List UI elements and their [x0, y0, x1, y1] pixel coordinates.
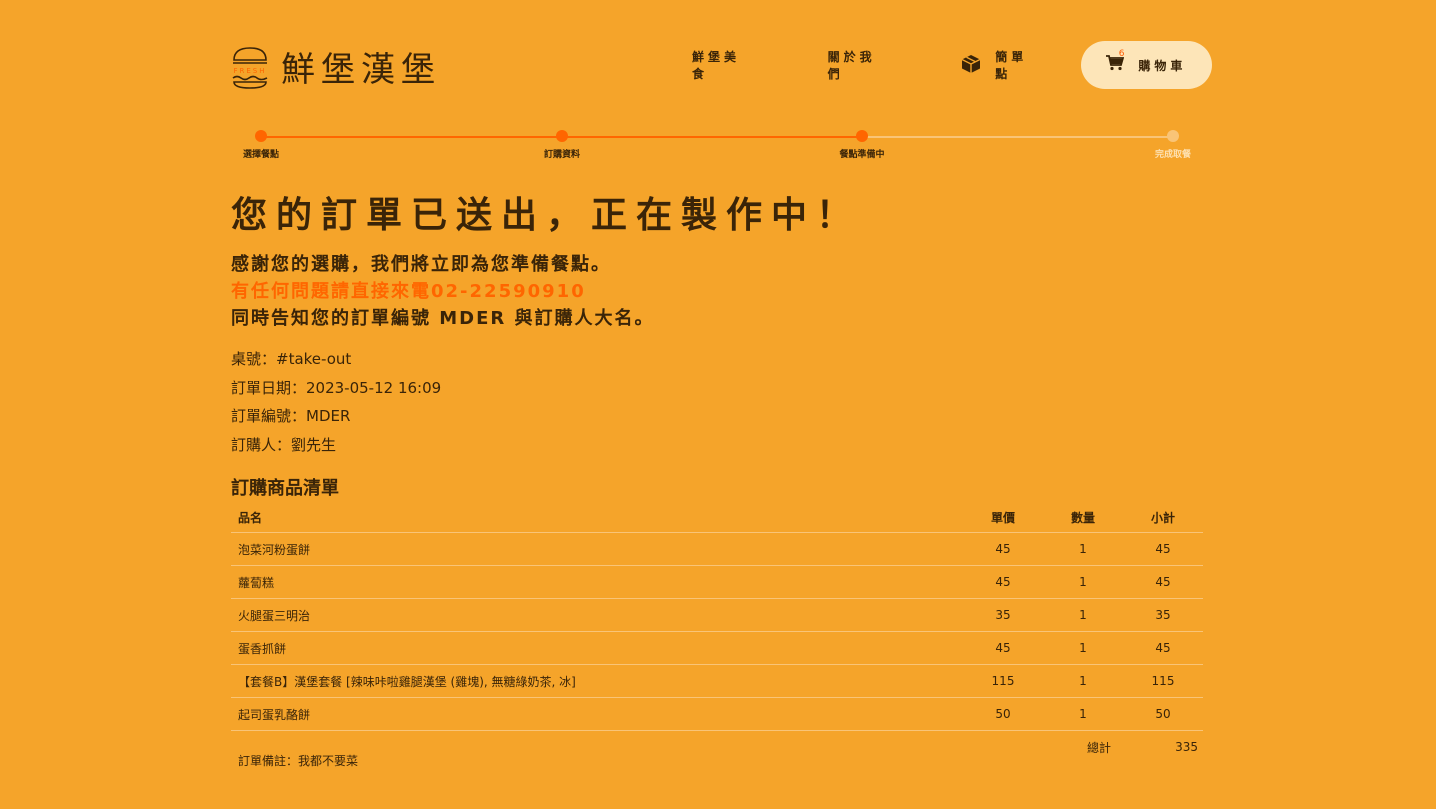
table-row: 泡菜河粉蛋餅 45 1 45 [231, 532, 1203, 566]
cart-label: 購物車 [1138, 58, 1187, 73]
item-qty: 1 [1043, 532, 1123, 566]
order-number: 訂單編號：MDER [231, 407, 351, 425]
item-qty: 1 [1043, 631, 1123, 665]
logo-tag: FRESH [233, 67, 266, 75]
total-label: 總計 [231, 730, 1123, 763]
cart-button[interactable]: 6 購物車 [1080, 41, 1212, 89]
nav-quick-order-link[interactable]: 簡單點 [961, 48, 1043, 82]
progress-step-3: 餐點準備中 [822, 128, 902, 160]
nav-about-link[interactable]: 關於我們 [828, 48, 892, 82]
item-subtotal: 115 [1123, 664, 1203, 698]
nav-food-link[interactable]: 鮮堡美食 [692, 48, 756, 82]
item-price: 115 [963, 664, 1043, 698]
nav-quick-order-label: 簡單點 [995, 50, 1028, 81]
contact-phone-message: 有任何問題請直接來電02-22590910 [231, 281, 586, 302]
progress-step-2: 訂購資料 [522, 128, 602, 160]
main-nav: 鮮堡美食 關於我們 簡單點 6 購物車 [692, 41, 1212, 89]
table-row: 火腿蛋三明治 35 1 35 [231, 598, 1203, 632]
box-icon [961, 54, 981, 77]
item-price: 50 [963, 697, 1043, 731]
table-row: 蘿蔔糕 45 1 45 [231, 565, 1203, 599]
order-date: 訂單日期：2023-05-12 16:09 [231, 379, 442, 397]
table-row: 蛋香抓餅 45 1 45 [231, 631, 1203, 665]
items-list-title: 訂購商品清單 [231, 478, 339, 499]
step-dot [1167, 130, 1179, 142]
burger-logo-icon: FRESH [231, 44, 269, 90]
order-items-table: 品名 單價 數量 小計 泡菜河粉蛋餅 45 1 45 蘿蔔糕 45 1 45 火… [231, 502, 1203, 763]
thank-you-message: 感謝您的選購，我們將立即為您準備餐點。 [231, 254, 611, 275]
item-subtotal: 35 [1123, 598, 1203, 632]
header-price: 單價 [990, 510, 1015, 525]
step-label: 餐點準備中 [839, 150, 885, 160]
page-title: 您的訂單已送出，正在製作中！ [231, 195, 862, 236]
item-price: 35 [963, 598, 1043, 632]
customer-name: 訂購人：劉先生 [231, 436, 337, 454]
total-value: 335 [1123, 730, 1203, 763]
table-number: 桌號：#take-out [231, 350, 352, 368]
progress-step-1: 選擇餐點 [221, 128, 301, 160]
item-subtotal: 50 [1123, 697, 1203, 731]
item-qty: 1 [1043, 697, 1123, 731]
brand-logo[interactable]: FRESH 鮮堡漢堡 [231, 42, 441, 91]
header-name: 品名 [238, 510, 263, 525]
item-price: 45 [963, 631, 1043, 665]
header-subtotal: 小計 [1150, 510, 1175, 525]
item-qty: 1 [1043, 664, 1123, 698]
cart-count-badge: 6 [1118, 49, 1125, 59]
table-header-row: 品名 單價 數量 小計 [231, 502, 1203, 533]
item-price: 45 [963, 565, 1043, 599]
brand-name: 鮮堡漢堡 [281, 50, 441, 90]
order-number-message: 同時告知您的訂單編號 MDER 與訂購人大名。 [231, 308, 655, 329]
order-note: 訂單備註：我都不要菜 [238, 754, 359, 768]
item-name: 【套餐B】漢堡套餐 [辣味咔啦雞腿漢堡 (雞塊), 無糖綠奶茶, 冰] [231, 664, 963, 698]
progress-track-pending [862, 136, 1173, 138]
item-qty: 1 [1043, 565, 1123, 599]
table-row: 起司蛋乳酪餅 50 1 50 [231, 697, 1203, 731]
step-dot [255, 130, 267, 142]
item-name: 起司蛋乳酪餅 [231, 697, 963, 731]
item-price: 45 [963, 532, 1043, 566]
step-label: 訂購資料 [543, 150, 580, 160]
item-qty: 1 [1043, 598, 1123, 632]
step-dot [556, 130, 568, 142]
step-label: 選擇餐點 [242, 150, 279, 160]
item-name: 蘿蔔糕 [231, 565, 963, 599]
progress-step-4: 完成取餐 [1133, 128, 1213, 160]
item-name: 蛋香抓餅 [231, 631, 963, 665]
item-subtotal: 45 [1123, 565, 1203, 599]
header-qty: 數量 [1070, 510, 1095, 525]
item-subtotal: 45 [1123, 631, 1203, 665]
step-dot [856, 130, 868, 142]
item-name: 泡菜河粉蛋餅 [231, 532, 963, 566]
item-subtotal: 45 [1123, 532, 1203, 566]
step-label: 完成取餐 [1154, 150, 1191, 160]
total-row: 總計 335 [231, 730, 1203, 763]
order-progress: 選擇餐點 訂購資料 餐點準備中 完成取餐 [231, 128, 1212, 168]
table-row: 【套餐B】漢堡套餐 [辣味咔啦雞腿漢堡 (雞塊), 無糖綠奶茶, 冰] 115 … [231, 664, 1203, 698]
item-name: 火腿蛋三明治 [231, 598, 963, 632]
